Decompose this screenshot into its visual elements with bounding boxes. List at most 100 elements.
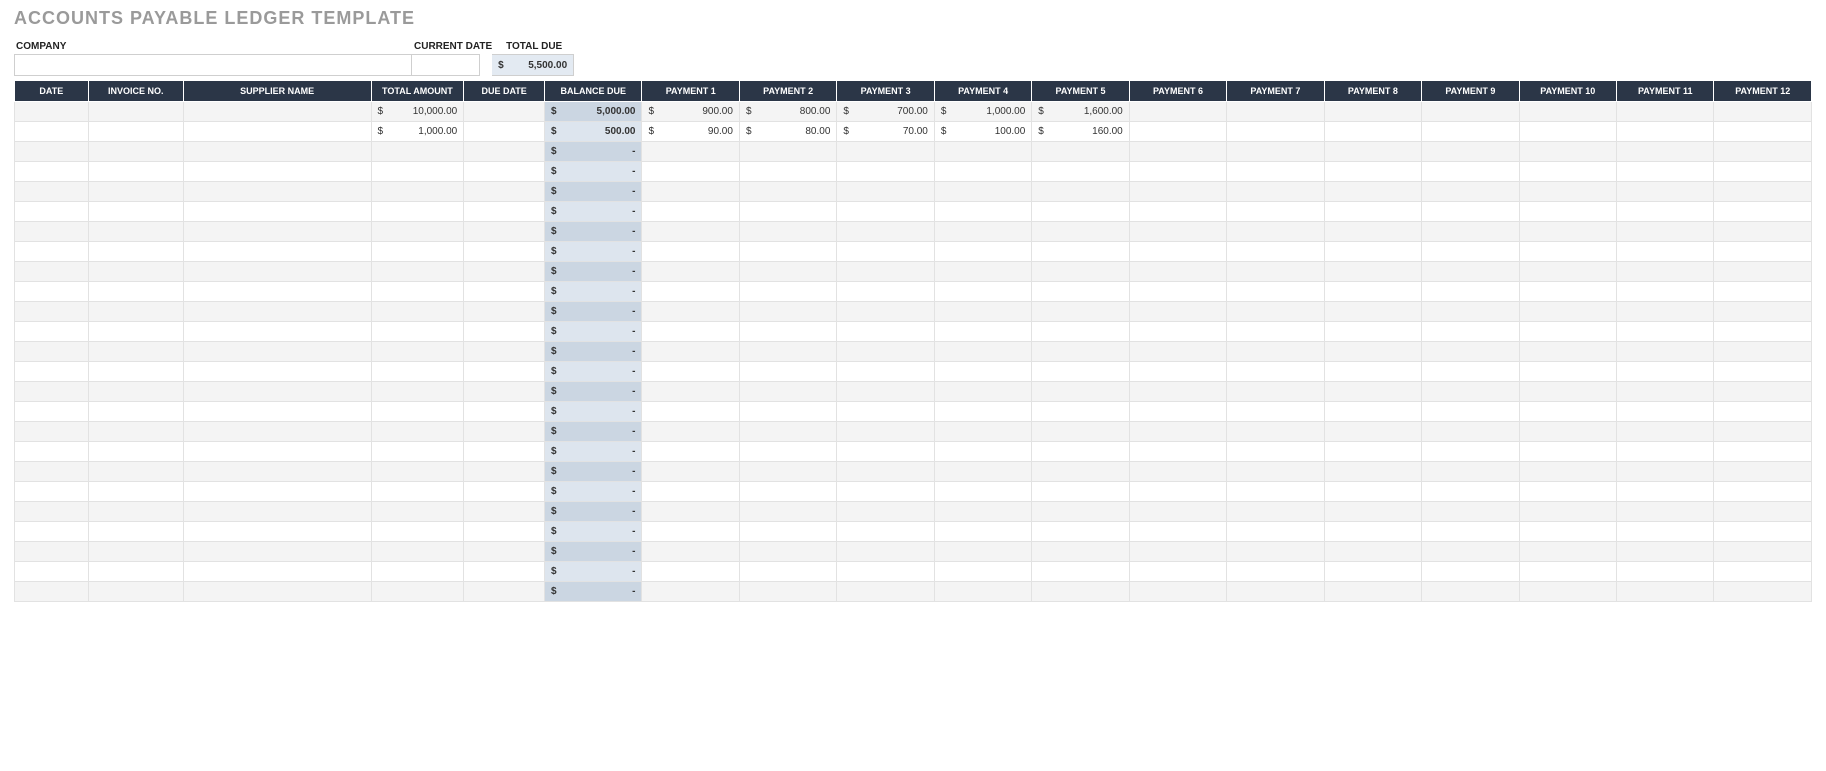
table-row[interactable]: $- bbox=[15, 282, 1812, 302]
total-amount-cell[interactable] bbox=[371, 322, 464, 342]
payment-cell[interactable] bbox=[1324, 322, 1421, 342]
payment-cell[interactable] bbox=[642, 502, 739, 522]
payment-cell[interactable] bbox=[1032, 422, 1129, 442]
payment-cell[interactable] bbox=[1422, 482, 1519, 502]
supplier-cell[interactable] bbox=[183, 582, 371, 602]
due-date-cell[interactable] bbox=[464, 262, 545, 282]
invoice-cell[interactable] bbox=[88, 422, 183, 442]
payment-cell[interactable] bbox=[1617, 582, 1714, 602]
payment-cell[interactable] bbox=[739, 142, 836, 162]
table-row[interactable]: $- bbox=[15, 422, 1812, 442]
payment-cell[interactable] bbox=[934, 222, 1031, 242]
payment-cell[interactable] bbox=[837, 182, 934, 202]
payment-cell[interactable] bbox=[1714, 442, 1812, 462]
payment-cell[interactable] bbox=[1617, 502, 1714, 522]
payment-cell[interactable] bbox=[1324, 442, 1421, 462]
table-row[interactable]: $- bbox=[15, 182, 1812, 202]
due-date-cell[interactable] bbox=[464, 582, 545, 602]
payment-cell[interactable] bbox=[1129, 282, 1226, 302]
payment-cell[interactable] bbox=[1129, 562, 1226, 582]
due-date-cell[interactable] bbox=[464, 402, 545, 422]
total-amount-cell[interactable] bbox=[371, 562, 464, 582]
payment-cell[interactable] bbox=[1519, 202, 1616, 222]
invoice-cell[interactable] bbox=[88, 462, 183, 482]
payment-cell[interactable] bbox=[642, 182, 739, 202]
payment-cell[interactable] bbox=[739, 522, 836, 542]
payment-cell[interactable] bbox=[642, 382, 739, 402]
payment-cell[interactable] bbox=[1227, 482, 1324, 502]
supplier-cell[interactable] bbox=[183, 122, 371, 142]
balance-due-cell[interactable]: $- bbox=[545, 482, 642, 502]
total-amount-cell[interactable]: $10,000.00 bbox=[371, 102, 464, 122]
balance-due-cell[interactable]: $- bbox=[545, 142, 642, 162]
payment-cell[interactable] bbox=[934, 542, 1031, 562]
payment-cell[interactable] bbox=[1714, 262, 1812, 282]
total-amount-cell[interactable] bbox=[371, 402, 464, 422]
table-row[interactable]: $- bbox=[15, 162, 1812, 182]
payment-cell[interactable] bbox=[1714, 282, 1812, 302]
payment-cell[interactable]: $800.00 bbox=[739, 102, 836, 122]
total-amount-cell[interactable] bbox=[371, 182, 464, 202]
payment-cell[interactable] bbox=[1714, 162, 1812, 182]
payment-cell[interactable] bbox=[1324, 422, 1421, 442]
date-cell[interactable] bbox=[15, 442, 89, 462]
date-cell[interactable] bbox=[15, 582, 89, 602]
payment-cell[interactable] bbox=[1129, 462, 1226, 482]
payment-cell[interactable] bbox=[1227, 182, 1324, 202]
payment-cell[interactable] bbox=[837, 522, 934, 542]
table-row[interactable]: $- bbox=[15, 342, 1812, 362]
payment-cell[interactable] bbox=[739, 382, 836, 402]
balance-due-cell[interactable]: $- bbox=[545, 162, 642, 182]
payment-cell[interactable] bbox=[739, 222, 836, 242]
due-date-cell[interactable] bbox=[464, 442, 545, 462]
payment-cell[interactable] bbox=[739, 502, 836, 522]
payment-cell[interactable]: $100.00 bbox=[934, 122, 1031, 142]
payment-cell[interactable] bbox=[1227, 142, 1324, 162]
date-cell[interactable] bbox=[15, 322, 89, 342]
payment-cell[interactable] bbox=[1617, 342, 1714, 362]
payment-cell[interactable] bbox=[837, 142, 934, 162]
table-row[interactable]: $- bbox=[15, 202, 1812, 222]
payment-cell[interactable] bbox=[1519, 142, 1616, 162]
balance-due-cell[interactable]: $- bbox=[545, 242, 642, 262]
table-row[interactable]: $- bbox=[15, 242, 1812, 262]
date-cell[interactable] bbox=[15, 122, 89, 142]
payment-cell[interactable] bbox=[1324, 382, 1421, 402]
supplier-cell[interactable] bbox=[183, 222, 371, 242]
supplier-cell[interactable] bbox=[183, 502, 371, 522]
invoice-cell[interactable] bbox=[88, 522, 183, 542]
payment-cell[interactable] bbox=[1129, 142, 1226, 162]
payment-cell[interactable] bbox=[837, 362, 934, 382]
payment-cell[interactable] bbox=[1422, 422, 1519, 442]
payment-cell[interactable] bbox=[1227, 382, 1324, 402]
table-row[interactable]: $- bbox=[15, 142, 1812, 162]
payment-cell[interactable] bbox=[1617, 122, 1714, 142]
balance-due-cell[interactable]: $- bbox=[545, 542, 642, 562]
payment-cell[interactable] bbox=[1032, 222, 1129, 242]
payment-cell[interactable] bbox=[837, 462, 934, 482]
payment-cell[interactable] bbox=[1422, 442, 1519, 462]
balance-due-cell[interactable]: $- bbox=[545, 462, 642, 482]
payment-cell[interactable] bbox=[1032, 242, 1129, 262]
payment-cell[interactable] bbox=[1227, 202, 1324, 222]
payment-cell[interactable] bbox=[1519, 122, 1616, 142]
supplier-cell[interactable] bbox=[183, 302, 371, 322]
payment-cell[interactable] bbox=[1227, 402, 1324, 422]
payment-cell[interactable] bbox=[1617, 562, 1714, 582]
payment-cell[interactable] bbox=[1324, 582, 1421, 602]
payment-cell[interactable] bbox=[1324, 182, 1421, 202]
payment-cell[interactable] bbox=[739, 262, 836, 282]
payment-cell[interactable] bbox=[1324, 362, 1421, 382]
date-cell[interactable] bbox=[15, 522, 89, 542]
total-amount-cell[interactable] bbox=[371, 442, 464, 462]
table-row[interactable]: $- bbox=[15, 562, 1812, 582]
supplier-cell[interactable] bbox=[183, 482, 371, 502]
payment-cell[interactable] bbox=[837, 302, 934, 322]
payment-cell[interactable] bbox=[1227, 222, 1324, 242]
payment-cell[interactable] bbox=[1714, 182, 1812, 202]
payment-cell[interactable] bbox=[1617, 242, 1714, 262]
payment-cell[interactable] bbox=[1519, 362, 1616, 382]
supplier-cell[interactable] bbox=[183, 262, 371, 282]
payment-cell[interactable] bbox=[739, 342, 836, 362]
payment-cell[interactable] bbox=[837, 562, 934, 582]
